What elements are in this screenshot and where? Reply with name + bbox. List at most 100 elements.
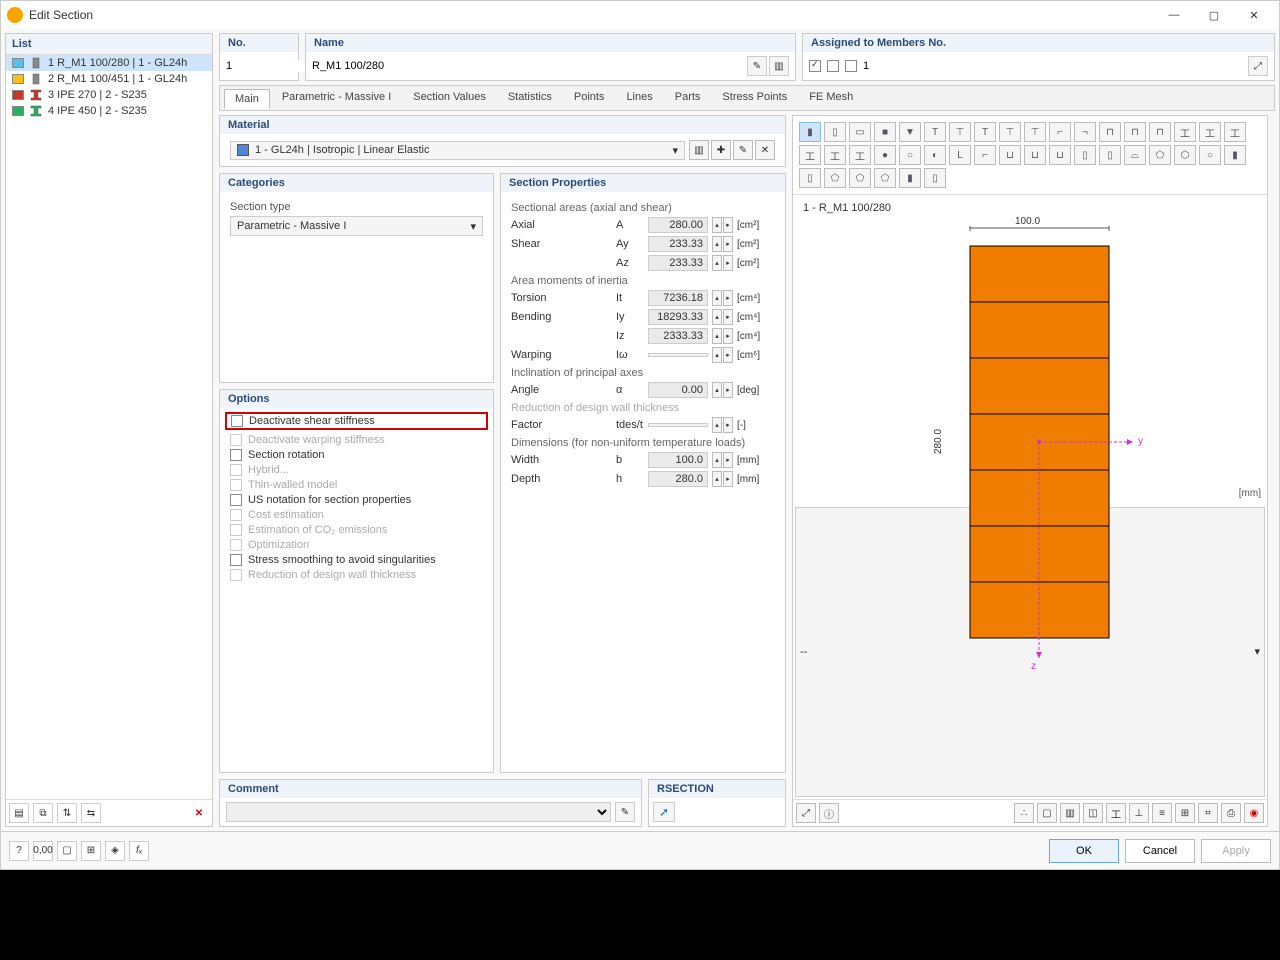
maximize-button[interactable]: ▢ xyxy=(1195,3,1233,27)
section-list[interactable]: 1 R_M1 100/280 | 1 - GL24h2 R_M1 100/451… xyxy=(6,55,212,799)
spin-down[interactable]: ▸ xyxy=(723,328,733,344)
tb-btn[interactable]: ∴ xyxy=(1014,803,1034,823)
comment-button[interactable]: ✎ xyxy=(615,802,635,822)
function-button[interactable]: fₓ xyxy=(129,841,149,861)
copy-button[interactable]: ⧉ xyxy=(33,803,53,823)
value-input[interactable]: 233.33 xyxy=(648,236,708,252)
assigned-input[interactable] xyxy=(863,60,1246,72)
tab-fe-mesh[interactable]: FE Mesh xyxy=(799,88,863,108)
option-row[interactable]: Section rotation xyxy=(230,449,483,461)
spin-up[interactable]: ▴ xyxy=(712,328,722,344)
section-list-item[interactable]: 3 IPE 270 | 2 - S235 xyxy=(6,87,212,103)
shape-button[interactable]: L xyxy=(949,145,971,165)
spin-down[interactable]: ▸ xyxy=(723,217,733,233)
tb-btn[interactable]: ≡ xyxy=(1152,803,1172,823)
spin-up[interactable]: ▴ xyxy=(712,217,722,233)
value-input[interactable]: 0.00 xyxy=(648,382,708,398)
cancel-button[interactable]: Cancel xyxy=(1125,839,1195,863)
shape-button[interactable]: ○ xyxy=(1199,145,1221,165)
shape-button[interactable]: ⊔ xyxy=(1049,145,1071,165)
option-row[interactable]: US notation for section properties xyxy=(230,494,483,506)
delete-button[interactable]: ✕ xyxy=(189,803,209,823)
material-library-button[interactable]: ▥ xyxy=(689,140,709,160)
minimize-button[interactable]: — xyxy=(1155,3,1193,27)
spin-up[interactable]: ▴ xyxy=(712,309,722,325)
shape-button[interactable]: 工 xyxy=(824,145,846,165)
spin-down[interactable]: ▸ xyxy=(723,309,733,325)
spin-down[interactable]: ▸ xyxy=(723,382,733,398)
shape-button[interactable]: ⌐ xyxy=(974,145,996,165)
shape-button[interactable]: ▭ xyxy=(849,122,871,142)
shape-button[interactable]: ¬ xyxy=(1074,122,1096,142)
spin-up[interactable]: ▴ xyxy=(712,452,722,468)
shape-button[interactable]: ⊤ xyxy=(949,122,971,142)
new-button[interactable]: ▤ xyxy=(9,803,29,823)
shape-button[interactable]: ▮ xyxy=(799,122,821,142)
shape-button[interactable]: ▯ xyxy=(799,168,821,188)
shape-button[interactable]: ⬠ xyxy=(1149,145,1171,165)
tab-points[interactable]: Points xyxy=(564,88,615,108)
shape-button[interactable]: ⊓ xyxy=(1149,122,1171,142)
material-new-button[interactable]: ✚ xyxy=(711,140,731,160)
tree-button[interactable]: ⊞ xyxy=(81,841,101,861)
value-input[interactable]: 7236.18 xyxy=(648,290,708,306)
spin-up[interactable]: ▴ xyxy=(712,471,722,487)
section-type-select[interactable]: Parametric - Massive I▾ xyxy=(230,216,483,236)
assign-button[interactable]: ⇆ xyxy=(81,803,101,823)
shape-button[interactable]: ▯ xyxy=(1099,145,1121,165)
print-button[interactable]: ⎙ xyxy=(1221,803,1241,823)
spin-down[interactable]: ▸ xyxy=(723,236,733,252)
view-button[interactable]: ▢ xyxy=(57,841,77,861)
shape-button[interactable]: ○ xyxy=(899,145,921,165)
section-list-item[interactable]: 1 R_M1 100/280 | 1 - GL24h xyxy=(6,55,212,71)
value-input[interactable]: 233.33 xyxy=(648,255,708,271)
spin-up[interactable]: ▴ xyxy=(712,382,722,398)
shape-button[interactable]: 工 xyxy=(1224,122,1246,142)
edit-name-button[interactable]: ✎ xyxy=(747,56,767,76)
shape-button[interactable]: ⬠ xyxy=(874,168,896,188)
tb-btn[interactable]: ⊥ xyxy=(1129,803,1149,823)
tab-statistics[interactable]: Statistics xyxy=(498,88,562,108)
shape-button[interactable]: T xyxy=(924,122,946,142)
close-button[interactable]: ✕ xyxy=(1235,3,1273,27)
shape-button[interactable]: ⊔ xyxy=(1024,145,1046,165)
shape-button[interactable]: 工 xyxy=(1174,122,1196,142)
spin-up[interactable]: ▴ xyxy=(712,255,722,271)
tb-btn[interactable]: ⊞ xyxy=(1175,803,1195,823)
shape-button[interactable]: ▮ xyxy=(899,168,921,188)
shape-button[interactable]: ⊔ xyxy=(999,145,1021,165)
shape-button[interactable]: ▯ xyxy=(924,168,946,188)
rsection-button[interactable]: ➚ xyxy=(653,802,675,822)
tab-section-values[interactable]: Section Values xyxy=(403,88,496,108)
shape-button[interactable]: 工 xyxy=(799,145,821,165)
shape-button[interactable]: T xyxy=(974,122,996,142)
tb-btn[interactable]: 工 xyxy=(1106,803,1126,823)
shape-button[interactable]: ▯ xyxy=(1074,145,1096,165)
material-edit-button[interactable]: ✎ xyxy=(733,140,753,160)
shape-button[interactable]: ⬠ xyxy=(824,168,846,188)
tab-parts[interactable]: Parts xyxy=(665,88,711,108)
zoom-button[interactable]: ⤢ xyxy=(796,803,816,823)
preview-area[interactable]: 100.0 280.0 y z [mm] xyxy=(793,216,1267,505)
sort-button[interactable]: ⇅ xyxy=(57,803,77,823)
spin-down[interactable]: ▸ xyxy=(723,452,733,468)
spin-up[interactable]: ▴ xyxy=(712,236,722,252)
section-list-item[interactable]: 4 IPE 450 | 2 - S235 xyxy=(6,103,212,119)
tb-delete-button[interactable]: ◉ xyxy=(1244,803,1264,823)
units-button[interactable]: 0,00 xyxy=(33,841,53,861)
tab-parametric-massive-i[interactable]: Parametric - Massive I xyxy=(272,88,401,108)
library-button[interactable]: ▥ xyxy=(769,56,789,76)
value-input[interactable]: 100.0 xyxy=(648,452,708,468)
shape-button[interactable]: ▯ xyxy=(824,122,846,142)
value-input[interactable]: 2333.33 xyxy=(648,328,708,344)
shape-button[interactable]: 工 xyxy=(1199,122,1221,142)
shape-button[interactable]: ● xyxy=(874,145,896,165)
help-button[interactable]: ? xyxy=(9,841,29,861)
value-input[interactable]: 18293.33 xyxy=(648,309,708,325)
shape-button[interactable]: 工 xyxy=(849,145,871,165)
pick-members-button[interactable]: ⤢ xyxy=(1248,56,1268,76)
shape-button[interactable]: ◐ xyxy=(924,145,946,165)
info-button[interactable]: ⓘ xyxy=(819,803,839,823)
section-list-item[interactable]: 2 R_M1 100/451 | 1 - GL24h xyxy=(6,71,212,87)
shape-button[interactable]: ▮ xyxy=(1224,145,1246,165)
